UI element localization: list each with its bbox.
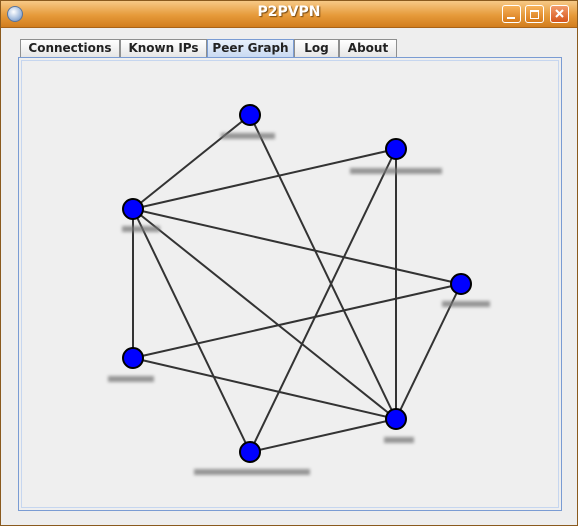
- peer-node[interactable]: [450, 273, 472, 295]
- peer-node[interactable]: [385, 138, 407, 160]
- node-label-blurred: [194, 469, 310, 475]
- graph-edge: [249, 418, 397, 453]
- peer-graph: [108, 104, 490, 475]
- graph-edge: [249, 148, 397, 453]
- peer-node[interactable]: [239, 441, 261, 463]
- node-label-blurred: [442, 301, 490, 307]
- peer-node[interactable]: [385, 408, 407, 430]
- node-label-blurred: [108, 376, 154, 382]
- graph-edge: [249, 114, 397, 420]
- node-label-blurred: [221, 133, 275, 139]
- node-label-blurred: [384, 437, 414, 443]
- graph-nodes: [122, 104, 472, 463]
- peer-node[interactable]: [122, 198, 144, 220]
- peer-node[interactable]: [122, 347, 144, 369]
- graph-edge: [132, 148, 397, 210]
- graph-edge: [132, 208, 251, 453]
- graph-edges: [132, 114, 462, 453]
- node-label-blurred: [122, 226, 160, 232]
- peer-node[interactable]: [239, 104, 261, 126]
- app-window: P2PVPN Connections Known IPs Peer Graph …: [0, 0, 578, 526]
- graph-edge: [132, 208, 462, 285]
- node-label-blurred: [350, 168, 442, 174]
- graph-edge: [132, 283, 462, 359]
